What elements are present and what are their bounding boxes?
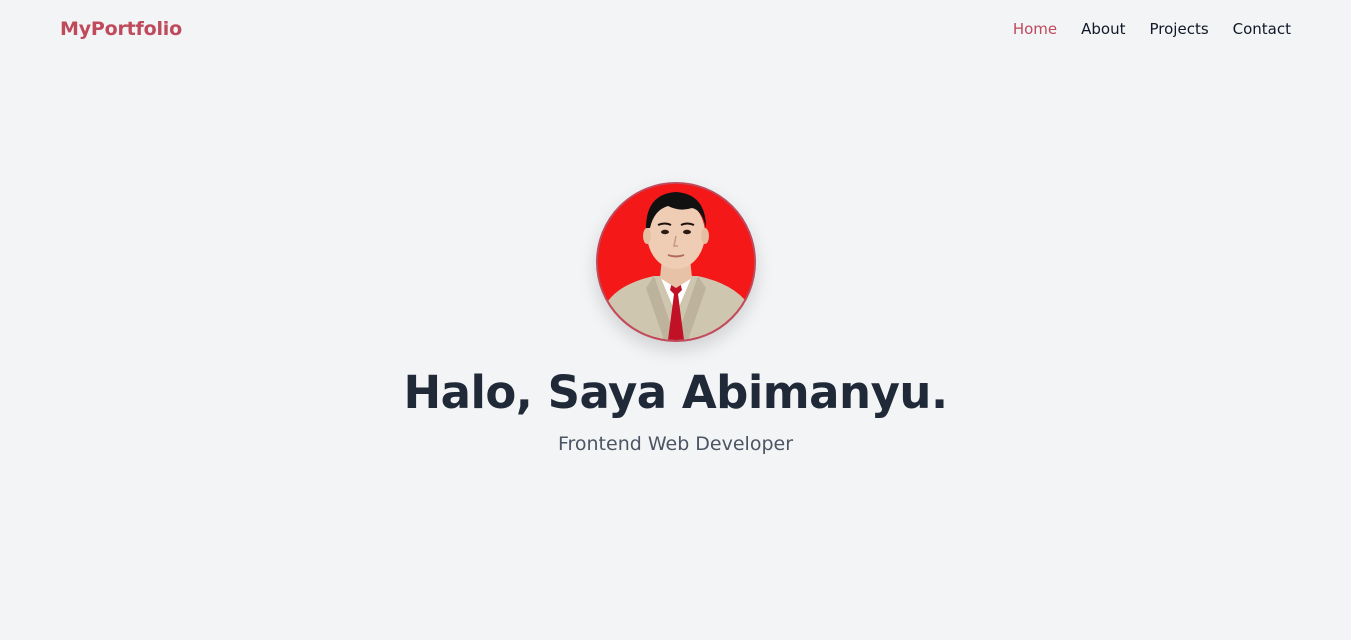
profile-photo-icon bbox=[598, 184, 754, 340]
hero-section: Halo, Saya Abimanyu. Frontend Web Develo… bbox=[0, 0, 1351, 640]
avatar bbox=[596, 182, 756, 342]
hero-title: Halo, Saya Abimanyu. bbox=[403, 366, 948, 419]
hero-subtitle: Frontend Web Developer bbox=[557, 433, 794, 455]
